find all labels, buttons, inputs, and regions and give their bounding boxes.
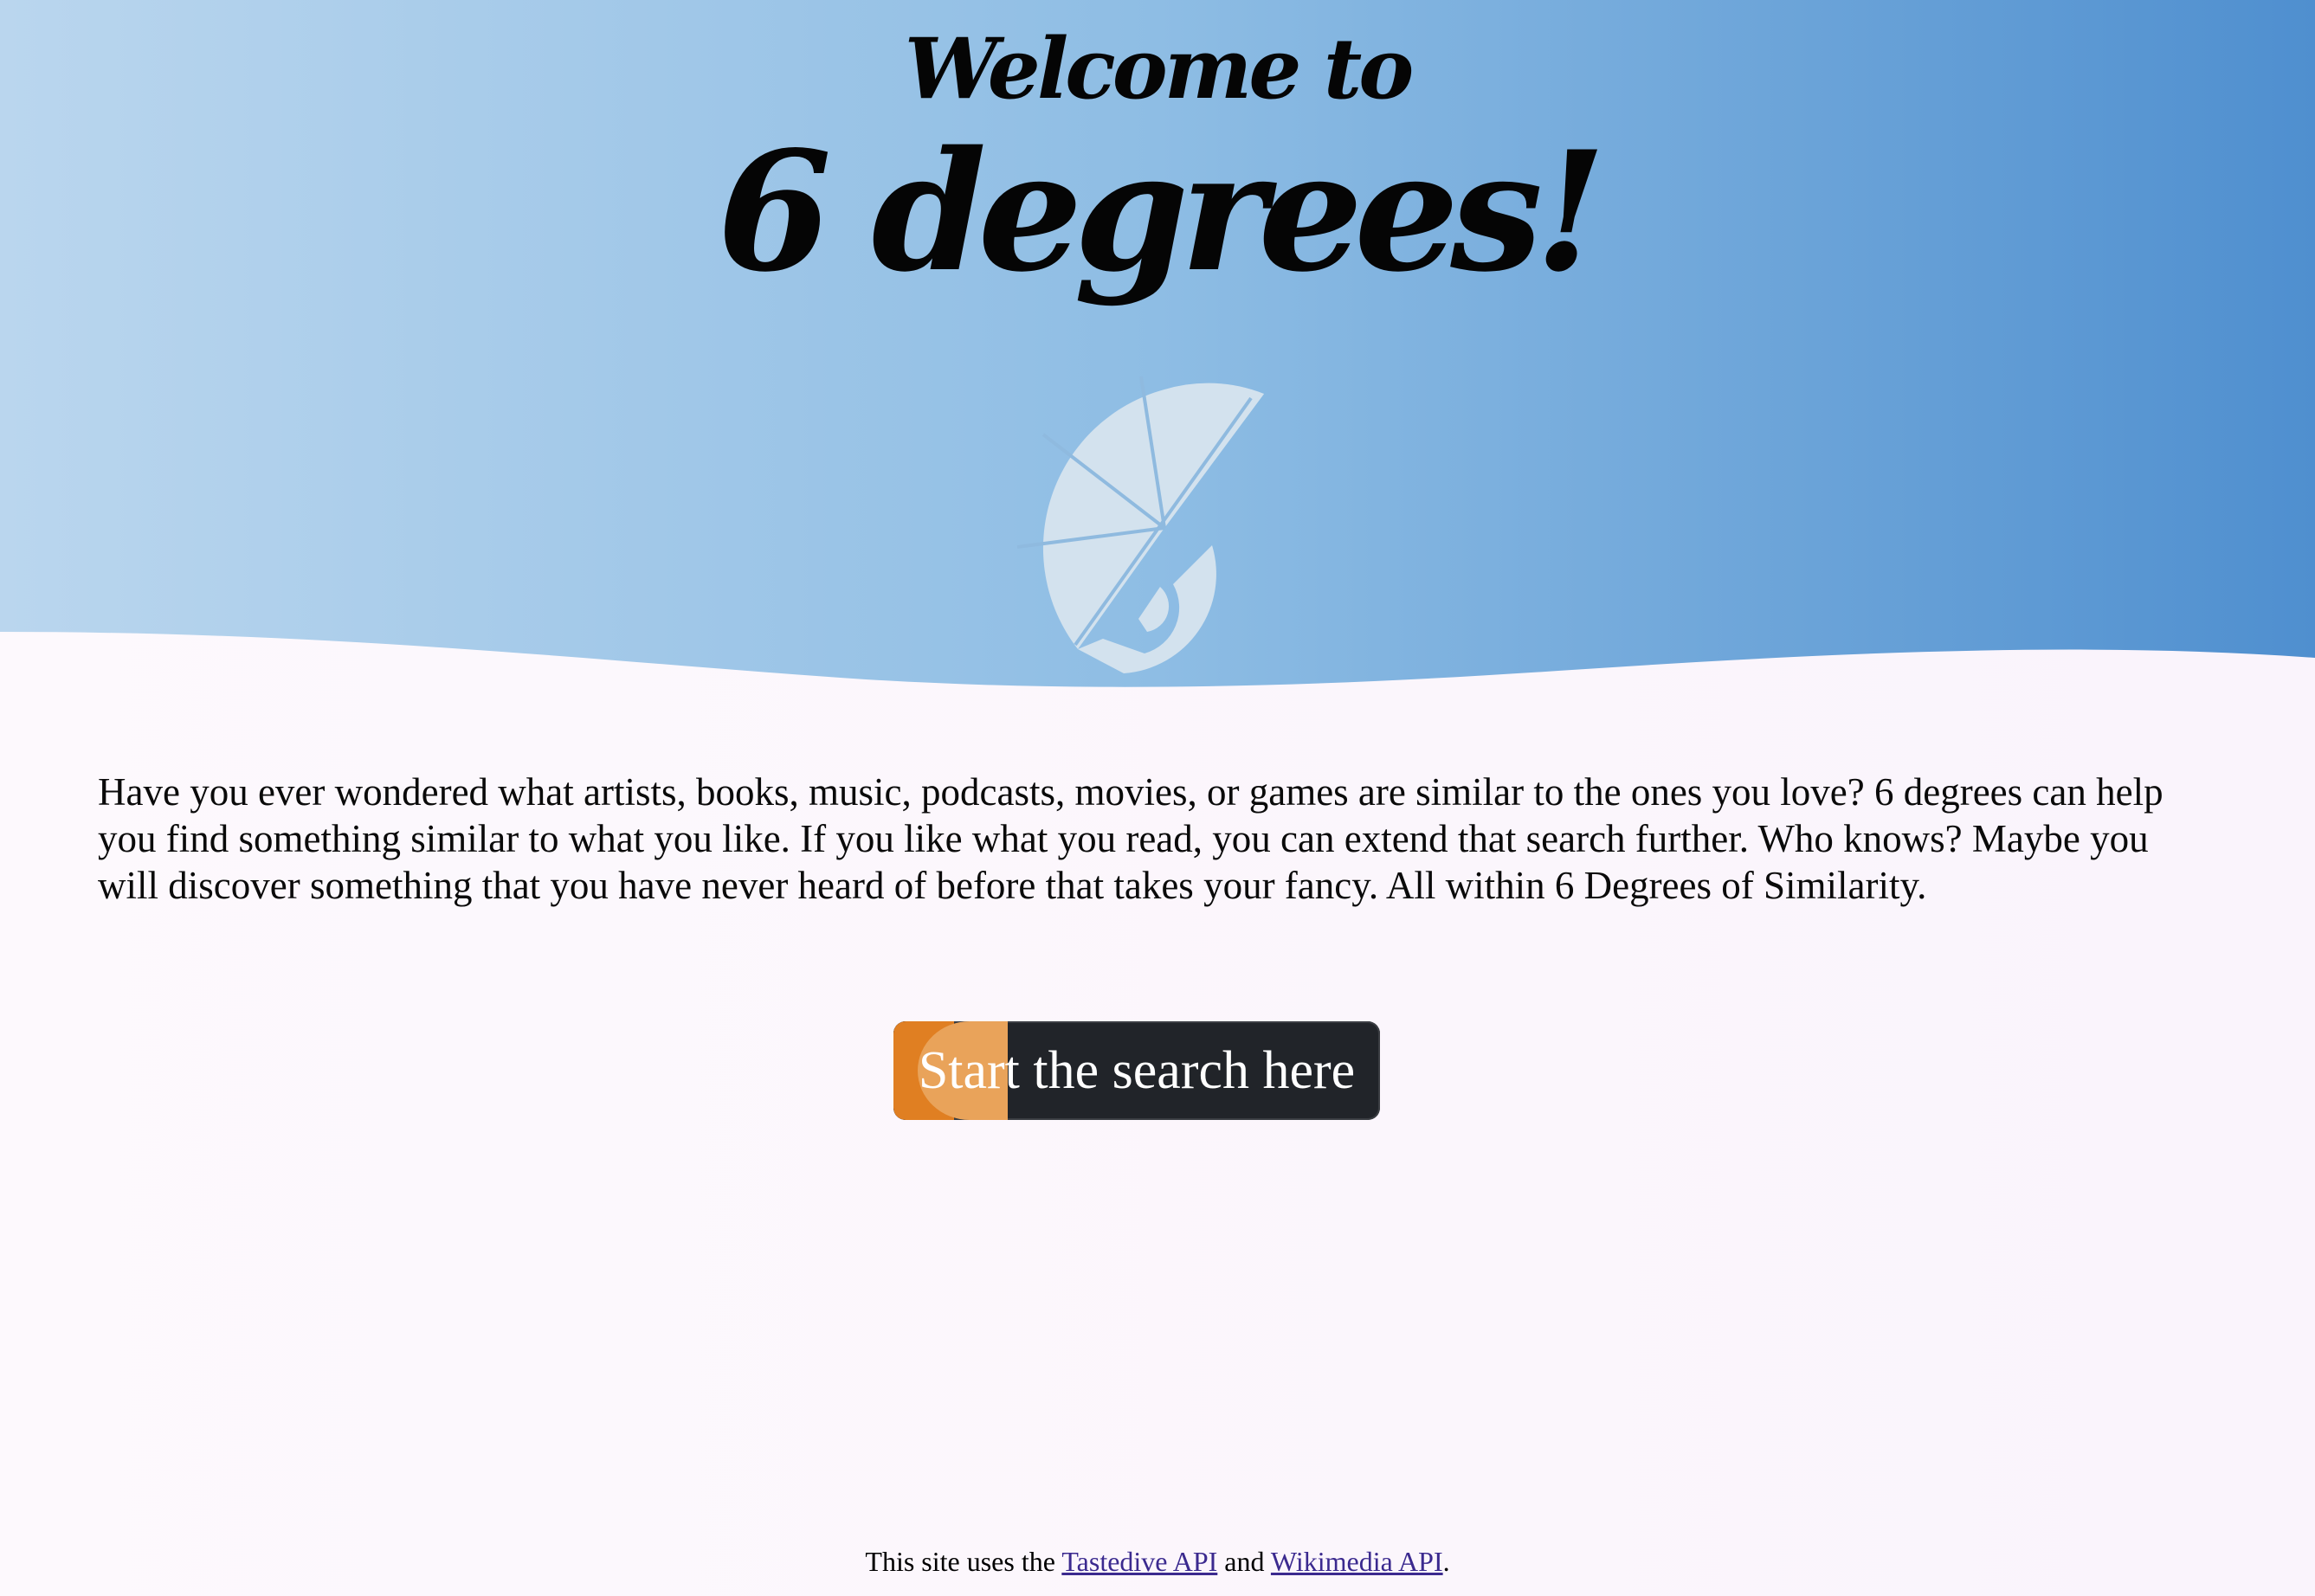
footer-suffix: . [1442,1546,1450,1577]
footer-middle: and [1224,1546,1265,1577]
footer-credits: This site uses the Tastedive API and Wik… [0,1546,2315,1578]
site-title: 6 degrees! [717,115,1606,308]
start-search-label: Start the search here [918,1041,1356,1100]
wikimedia-api-link[interactable]: Wikimedia API [1271,1546,1443,1577]
six-degrees-logo-icon [1016,376,1264,673]
intro-paragraph: Have you ever wondered what artists, boo… [98,770,2163,907]
footer-prefix: This site uses the [865,1546,1055,1577]
hero-banner: Welcome to 6 degrees! [0,0,2315,692]
start-search-button[interactable]: Start the search here [893,1021,1380,1120]
welcome-heading: Welcome to [904,20,1414,118]
tastedive-api-link[interactable]: Tastedive API [1061,1546,1217,1577]
